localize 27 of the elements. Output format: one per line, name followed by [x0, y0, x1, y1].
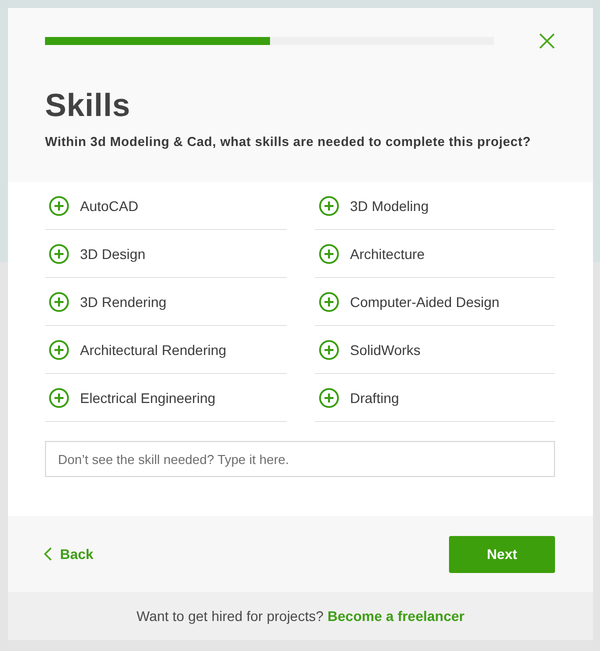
dialog-title: Skills: [45, 87, 132, 123]
plus-circle-icon: [319, 196, 339, 216]
plus-circle-icon: [49, 244, 69, 264]
custom-skill-field[interactable]: Don’t see the skill needed? Type it here.: [45, 441, 555, 477]
plus-circle-icon: [49, 388, 69, 408]
chevron-left-icon: [44, 547, 52, 561]
skill-option[interactable]: Electrical Engineering: [45, 374, 287, 422]
close-icon: [539, 33, 555, 49]
close-button[interactable]: [539, 33, 555, 49]
skill-option[interactable]: Computer-Aided Design: [315, 278, 555, 326]
skill-option[interactable]: Drafting: [315, 374, 555, 422]
plus-circle-icon: [319, 292, 339, 312]
skill-option[interactable]: Architecture: [315, 230, 555, 278]
plus-circle-icon: [319, 244, 339, 264]
plus-circle-icon: [49, 292, 69, 312]
footer-text: Want to get hired for projects?: [136, 608, 324, 624]
plus-circle-icon: [49, 340, 69, 360]
plus-circle-icon: [319, 340, 339, 360]
skill-option[interactable]: Architectural Rendering: [45, 326, 287, 374]
skill-option[interactable]: SolidWorks: [315, 326, 555, 374]
skill-option[interactable]: 3D Modeling: [315, 182, 555, 230]
skill-option[interactable]: 3D Rendering: [45, 278, 287, 326]
skill-option[interactable]: AutoCAD: [45, 182, 287, 230]
skill-option[interactable]: 3D Design: [45, 230, 287, 278]
dialog-subtitle: Within 3d Modeling & Cad, what skills are needed to complete this project?: [45, 134, 532, 150]
plus-circle-icon: [49, 196, 69, 216]
plus-circle-icon: [319, 388, 339, 408]
